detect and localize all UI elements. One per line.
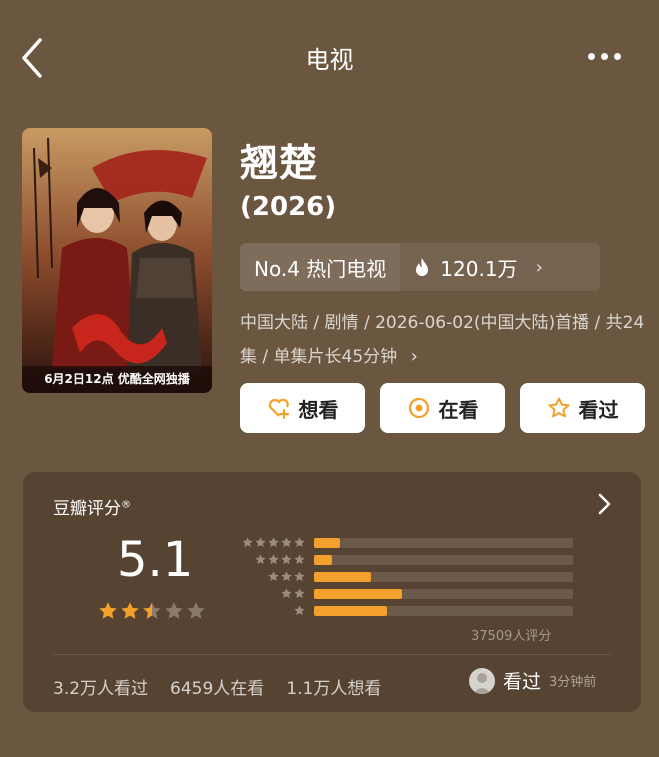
star-full-icon [99, 602, 117, 619]
distribution-stars [233, 587, 306, 600]
distribution-row-5-star [233, 534, 573, 551]
poster-image[interactable]: 6月2日12点 优酷全网独播 [22, 128, 212, 393]
watched-button[interactable]: 看过 [520, 383, 645, 433]
distribution-bar [314, 537, 340, 548]
poster-artwork [22, 128, 212, 393]
avatar-icon [469, 667, 495, 694]
distribution-bar [314, 588, 403, 599]
watching-button[interactable]: 在看 [380, 383, 505, 433]
distribution-stars [233, 553, 306, 566]
distribution-bar [314, 571, 372, 582]
heart-plus-icon [268, 398, 289, 420]
show-meta[interactable]: 中国大陆 / 剧情 / 2026-06-02(中国大陆)首播 / 共24集 / … [240, 307, 645, 374]
star-small-icon [281, 571, 292, 582]
star-small-icon [281, 537, 292, 548]
star-small-icon [294, 588, 305, 599]
star-small-icon [268, 571, 279, 582]
distribution-row-3-star [233, 568, 573, 585]
star-small-icon [294, 554, 305, 565]
my-status[interactable]: 看过 3分钟前 [469, 667, 596, 694]
chevron-right-icon: › [535, 256, 543, 278]
star-small-icon [281, 554, 292, 565]
registered-mark: ® [121, 499, 131, 511]
my-status-time: 3分钟前 [549, 675, 597, 690]
rating-votes: 37509人评分 [471, 629, 552, 644]
rating-label: 豆瓣评分® [53, 494, 131, 519]
chevron-right-icon: › [410, 346, 418, 367]
show-meta-text: 中国大陆 / 剧情 / 2026-06-02(中国大陆)首播 / 共24集 / … [240, 313, 645, 367]
show-title: 翘楚 [240, 141, 319, 185]
star-small-icon [294, 537, 305, 548]
distribution-row-1-star [233, 602, 573, 619]
star-empty-icon [165, 602, 183, 619]
watched-label: 看过 [578, 397, 619, 422]
distribution-track [314, 588, 573, 599]
distribution-stars [233, 604, 306, 617]
page-title: 电视 [305, 46, 354, 74]
action-buttons: 想看 在看 看过 [240, 383, 645, 433]
distribution-track [314, 605, 573, 616]
target-icon [408, 397, 429, 419]
want-label: 想看 [298, 397, 339, 422]
stat-want: 1.1万人想看 [286, 679, 382, 699]
divider [53, 654, 611, 655]
rating-label-text: 豆瓣评分 [53, 499, 121, 519]
star-half-icon [143, 602, 161, 619]
chevron-right-icon[interactable] [595, 490, 615, 518]
distribution-track [314, 537, 573, 548]
distribution-bar [314, 605, 387, 616]
stat-watching: 6459人在看 [170, 679, 265, 699]
heat-value: 120.1万 [440, 256, 518, 281]
star-small-icon [268, 554, 279, 565]
rating-stars [97, 600, 207, 622]
distribution-track [314, 571, 573, 582]
star-small-icon [294, 571, 305, 582]
star-small-icon [268, 537, 279, 548]
stats-row: 3.2万人看过 6459人在看 1.1万人想看 [53, 674, 381, 699]
watching-label: 在看 [438, 397, 479, 422]
rating-card[interactable]: 豆瓣评分® 5.1 37509人评分 3.2万人看过 6459人在看 1.1万人… [23, 472, 641, 712]
distribution-stars [233, 536, 306, 549]
poster-caption: 6月2日12点 优酷全网独播 [44, 372, 190, 386]
distribution-row-4-star [233, 551, 573, 568]
my-status-label: 看过 [503, 671, 542, 693]
ranking-box: No.4 热门电视 120.1万 › [240, 243, 600, 291]
star-small-icon [281, 588, 292, 599]
star-full-icon [121, 602, 139, 619]
stat-watched: 3.2万人看过 [53, 679, 149, 699]
want-button[interactable]: 想看 [240, 383, 365, 433]
star-small-icon [255, 537, 266, 548]
star-small-icon [242, 537, 253, 548]
distribution-stars [233, 570, 306, 583]
flame-icon [416, 258, 429, 276]
rank-label[interactable]: No.4 热门电视 [240, 243, 401, 291]
more-button[interactable] [588, 45, 632, 67]
heat-button[interactable]: 120.1万 › [400, 243, 600, 291]
star-small-icon [294, 605, 305, 616]
star-outline-icon [548, 397, 569, 418]
star-small-icon [255, 554, 266, 565]
rating-distribution [233, 534, 573, 619]
show-year: (2026) [240, 192, 337, 222]
distribution-row-2-star [233, 585, 573, 602]
rating-score: 5.1 [117, 532, 194, 588]
more-dots-icon [588, 52, 595, 60]
distribution-track [314, 554, 573, 565]
star-empty-icon [187, 602, 205, 619]
distribution-bar [314, 554, 333, 565]
top-bar: 电视 [0, 0, 659, 110]
